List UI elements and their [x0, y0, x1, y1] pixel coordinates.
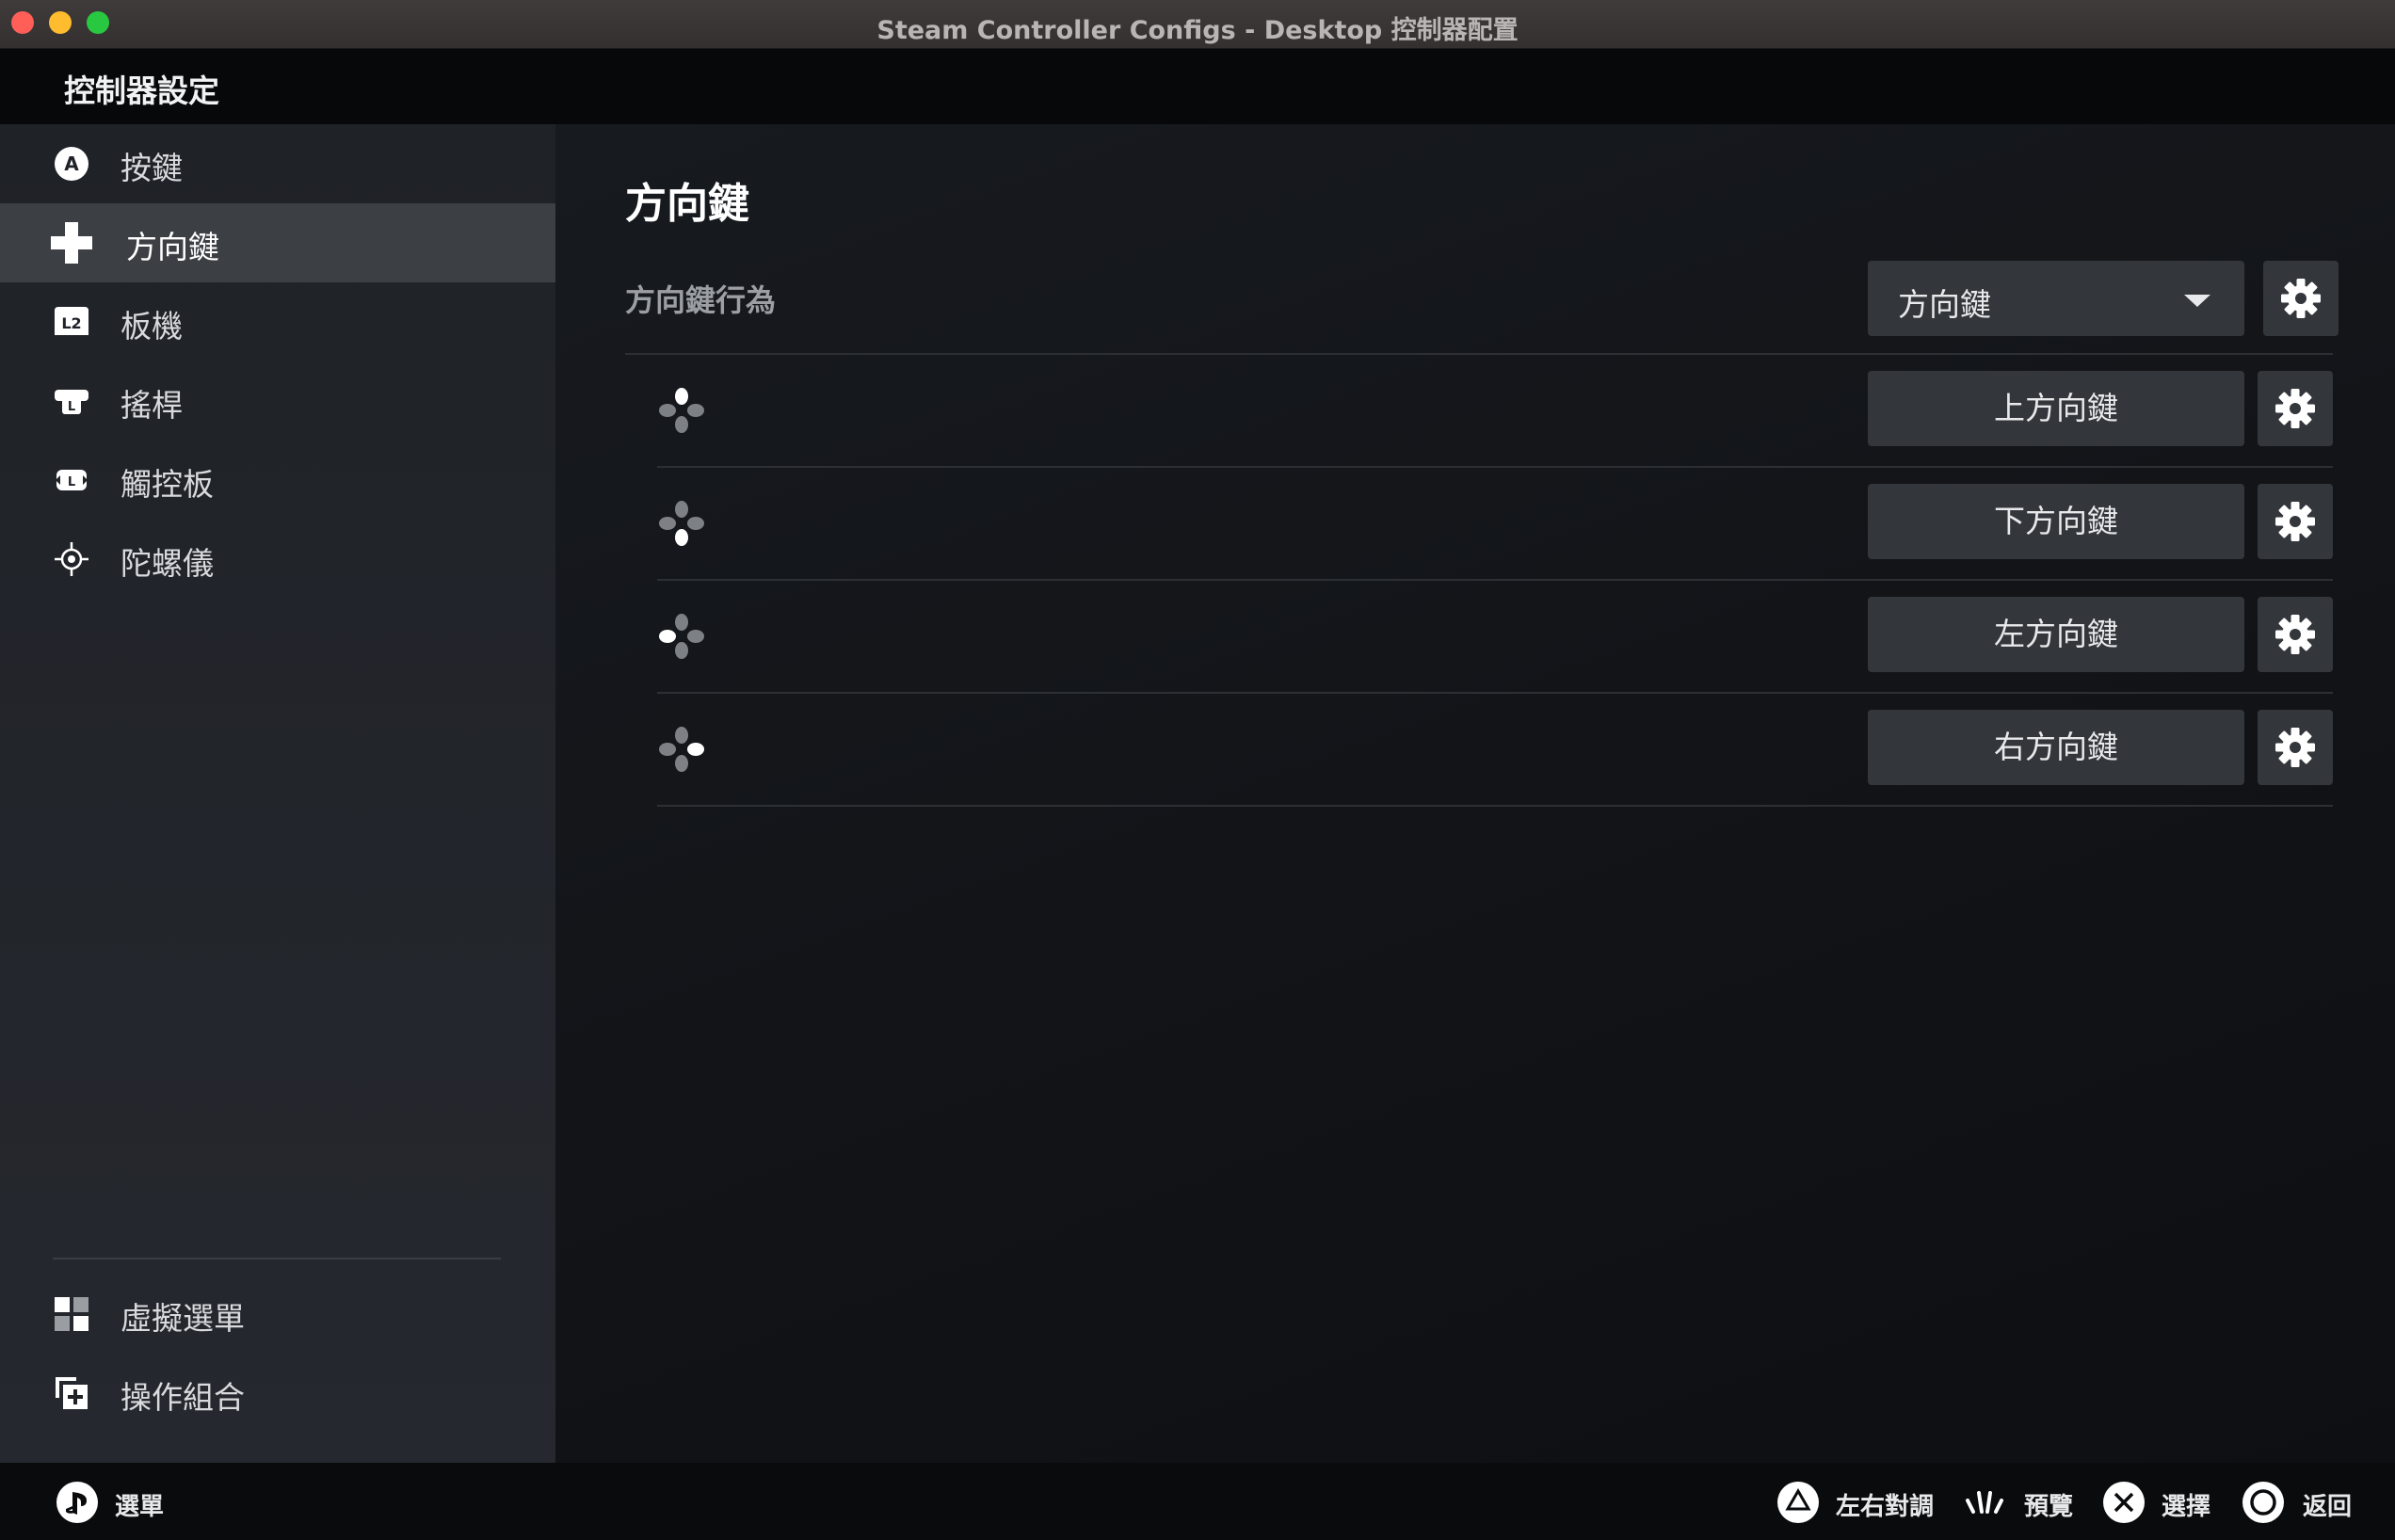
- gear-icon: [2275, 615, 2315, 654]
- dpad-behavior-dropdown[interactable]: 方向鍵: [1868, 261, 2244, 336]
- gear-icon: [2275, 728, 2315, 767]
- footer-label: 選單: [115, 1493, 165, 1521]
- sidebar-item-triggers[interactable]: L2 板機: [0, 282, 555, 361]
- sidebar-item-joysticks[interactable]: L 搖桿: [0, 361, 555, 441]
- sidebar-item-buttons[interactable]: A 按鍵: [0, 124, 555, 203]
- dpad-row-right: 右方向鍵: [657, 697, 2333, 810]
- svg-text:L: L: [68, 475, 75, 489]
- row-divider: [657, 466, 2333, 468]
- sidebar-item-virtual-menu[interactable]: 虛擬選單: [0, 1275, 555, 1354]
- sidebar: A 按鍵 方向鍵 L2 板機 L 搖桿 L 觸控板 陀螺儀 虛擬選單 操作組合: [0, 124, 555, 1463]
- a-button-icon: A: [55, 147, 88, 181]
- dpad-left-binding-button[interactable]: 左方向鍵: [1868, 597, 2244, 672]
- dpad-left-settings-button[interactable]: [2258, 597, 2333, 672]
- dpad-down-binding-button[interactable]: 下方向鍵: [1868, 484, 2244, 559]
- gear-icon: [2275, 389, 2315, 428]
- dpad-down-icon: [659, 501, 704, 546]
- section-title: 方向鍵: [625, 180, 749, 228]
- dpad-row-left: 左方向鍵: [657, 584, 2333, 697]
- action-set-icon: [56, 1377, 88, 1409]
- sidebar-item-action-sets[interactable]: 操作組合: [0, 1354, 555, 1433]
- footer-label: 左右對調: [1836, 1493, 1935, 1521]
- sidebar-item-dpad[interactable]: 方向鍵: [0, 203, 555, 282]
- preview-icon: [1966, 1491, 2003, 1514]
- dpad-right-icon: [659, 727, 704, 772]
- sidebar-divider: [53, 1258, 501, 1259]
- dpad-icon: [51, 222, 92, 264]
- main-content: 方向鍵 方向鍵行為 方向鍵 上方向鍵 下方向鍵 左方向鍵 右方向鍵: [555, 124, 2395, 1463]
- gear-icon: [2275, 502, 2315, 541]
- grid-icon: [55, 1297, 88, 1331]
- dropdown-value: 方向鍵: [1898, 286, 1991, 323]
- circle-button-icon: [2242, 1482, 2284, 1523]
- chevron-down-icon: [2184, 295, 2210, 307]
- row-divider: [657, 579, 2333, 581]
- window-titlebar: Steam Controller Configs - Desktop 控制器配置: [0, 0, 2395, 49]
- dpad-left-icon: [659, 614, 704, 659]
- svg-text:L: L: [68, 400, 75, 414]
- window-title: Steam Controller Configs - Desktop 控制器配置: [876, 16, 1519, 45]
- sidebar-item-label: 操作組合: [121, 1379, 245, 1416]
- dpad-down-settings-button[interactable]: [2258, 484, 2333, 559]
- sidebar-item-label: 觸控板: [121, 466, 214, 503]
- sidebar-item-trackpads[interactable]: L 觸控板: [0, 441, 555, 520]
- sidebar-item-label: 搖桿: [121, 387, 183, 424]
- svg-text:L2: L2: [61, 314, 81, 332]
- footer-label: 選擇: [2162, 1493, 2211, 1521]
- behavior-settings-button[interactable]: [2263, 261, 2339, 336]
- dpad-up-settings-button[interactable]: [2258, 371, 2333, 446]
- footer-label: 預覽: [2024, 1493, 2074, 1521]
- joystick-icon: L: [55, 390, 88, 414]
- cross-button-icon: [2103, 1482, 2145, 1523]
- sidebar-item-gyro[interactable]: 陀螺儀: [0, 520, 555, 599]
- footer-label: 返回: [2303, 1493, 2353, 1521]
- gear-icon: [2281, 279, 2321, 318]
- dpad-behavior-label: 方向鍵行為: [625, 282, 777, 318]
- page-title: 控制器設定: [64, 72, 219, 109]
- svg-text:A: A: [64, 152, 79, 175]
- sidebar-item-label: 虛擬選單: [121, 1300, 245, 1337]
- app-header: 控制器設定: [0, 49, 2395, 124]
- l2-trigger-icon: L2: [55, 307, 88, 335]
- playstation-icon: [56, 1482, 98, 1523]
- dpad-row-up: 上方向鍵: [657, 358, 2333, 471]
- dpad-up-binding-button[interactable]: 上方向鍵: [1868, 371, 2244, 446]
- gyro-icon: [55, 542, 88, 576]
- row-divider: [625, 353, 2333, 355]
- sidebar-item-label: 按鍵: [121, 150, 183, 186]
- footer-bar: 選單 左右對調 預覽 選擇 返回: [0, 1463, 2395, 1540]
- triangle-button-icon: [1777, 1482, 1819, 1523]
- dpad-row-down: 下方向鍵: [657, 471, 2333, 584]
- dpad-up-icon: [659, 388, 704, 433]
- row-divider: [657, 692, 2333, 694]
- dpad-right-binding-button[interactable]: 右方向鍵: [1868, 710, 2244, 785]
- row-divider: [657, 805, 2333, 807]
- sidebar-item-label: 陀螺儀: [121, 545, 214, 582]
- sidebar-item-label: 方向鍵: [126, 229, 219, 265]
- trackpad-icon: L: [56, 470, 88, 490]
- sidebar-item-label: 板機: [121, 308, 183, 345]
- dpad-right-settings-button[interactable]: [2258, 710, 2333, 785]
